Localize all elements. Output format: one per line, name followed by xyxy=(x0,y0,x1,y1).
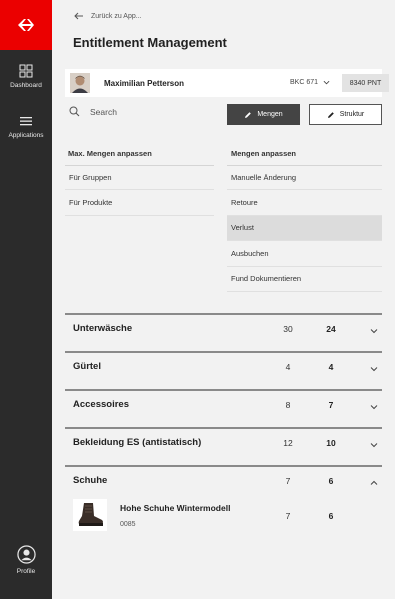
struktur-button-label: Struktur xyxy=(339,111,365,118)
product-max-quantity: 7 xyxy=(285,511,291,521)
hamburger-menu-icon xyxy=(20,117,32,126)
sidebar-item-profile[interactable]: Profile xyxy=(0,545,52,575)
search-input[interactable]: Search xyxy=(69,106,117,117)
category-name: Accessoires xyxy=(73,399,129,410)
menu-item-verlust[interactable]: Verlust xyxy=(227,215,382,242)
category-current-quantity: 10 xyxy=(326,438,336,448)
chevron-up-icon[interactable] xyxy=(370,479,378,487)
arrow-left-icon xyxy=(74,12,83,20)
category-current-quantity: 6 xyxy=(328,476,334,486)
sidebar-item-label: Dashboard xyxy=(10,82,42,89)
category-max-quantity: 7 xyxy=(285,476,291,486)
product-row[interactable]: Hohe Schuhe Wintermodell 0085 7 6 xyxy=(65,493,382,538)
search-placeholder: Search xyxy=(90,106,117,117)
category-name: Bekleidung ES (antistatisch) xyxy=(73,437,202,448)
dashboard-grid-icon xyxy=(19,64,33,78)
main-content: Zurück zu App... Entitlement Management … xyxy=(52,0,395,599)
back-label: Zurück zu App... xyxy=(91,12,142,20)
category-current-quantity: 24 xyxy=(326,324,336,334)
search-icon xyxy=(69,106,80,117)
pencil-icon xyxy=(245,111,252,118)
sidebar-item-applications[interactable]: Applications xyxy=(0,114,52,139)
category-row-guertel[interactable]: Gürtel 4 4 xyxy=(65,351,382,389)
mengen-anpassen-heading: Mengen anpassen xyxy=(231,149,297,158)
user-card: Maximilian Petterson BKC 671 8340 PNT xyxy=(65,69,389,97)
max-mengen-heading: Max. Mengen anpassen xyxy=(68,149,152,158)
category-row-accessoires[interactable]: Accessoires 8 7 xyxy=(65,389,382,427)
menu-item-manuelle-aenderung[interactable]: Manuelle Änderung xyxy=(227,165,382,191)
category-name: Gürtel xyxy=(73,361,101,372)
pencil-icon xyxy=(327,111,334,118)
category-row-bekleidung-es[interactable]: Bekleidung ES (antistatisch) 12 10 xyxy=(65,427,382,465)
product-image xyxy=(73,499,107,531)
category-max-quantity: 30 xyxy=(283,324,293,334)
menu-item-fund-dokumentieren[interactable]: Fund Dokumentieren xyxy=(227,267,382,292)
product-name: Hohe Schuhe Wintermodell xyxy=(120,503,231,513)
mengen-button[interactable]: Mengen xyxy=(227,104,300,125)
avatar xyxy=(70,73,90,93)
sidebar-item-label: Applications xyxy=(8,132,44,139)
user-circle-icon xyxy=(16,545,36,564)
user-name: Maximilian Petterson xyxy=(104,78,185,88)
menu-item-fuer-gruppen[interactable]: Für Gruppen xyxy=(65,165,214,191)
menu-item-retoure[interactable]: Retoure xyxy=(227,190,382,216)
sbb-logo-icon[interactable] xyxy=(0,0,52,50)
product-current-quantity: 6 xyxy=(328,511,334,521)
max-mengen-menu: Für Gruppen Für Produkte xyxy=(65,165,214,216)
category-name: Schuhe xyxy=(73,475,108,486)
category-max-quantity: 12 xyxy=(283,438,293,448)
menu-item-fuer-produkte[interactable]: Für Produkte xyxy=(65,190,214,216)
category-row-unterwaesche[interactable]: Unterwäsche 30 24 xyxy=(65,313,382,351)
menu-item-ausbuchen[interactable]: Ausbuchen xyxy=(227,241,382,267)
category-current-quantity: 7 xyxy=(328,400,334,410)
chevron-down-icon[interactable] xyxy=(323,79,330,86)
product-code: 0085 xyxy=(120,521,136,528)
category-current-quantity: 4 xyxy=(328,362,334,372)
page-title: Entitlement Management xyxy=(73,35,227,50)
category-max-quantity: 8 xyxy=(285,400,291,410)
chevron-down-icon[interactable] xyxy=(370,441,378,449)
sidebar-item-label: Profile xyxy=(16,568,36,575)
back-link[interactable]: Zurück zu App... xyxy=(74,12,142,20)
struktur-button[interactable]: Struktur xyxy=(309,104,382,125)
mengen-button-label: Mengen xyxy=(257,111,283,118)
category-max-quantity: 4 xyxy=(285,362,291,372)
category-name: Unterwäsche xyxy=(73,323,133,334)
sidebar-item-dashboard[interactable]: Dashboard xyxy=(0,64,52,89)
mengen-anpassen-menu: Manuelle Änderung Retoure Verlust Ausbuc… xyxy=(227,165,382,292)
chevron-down-icon[interactable] xyxy=(370,403,378,411)
chevron-down-icon[interactable] xyxy=(370,327,378,335)
chevron-down-icon[interactable] xyxy=(370,365,378,373)
sidebar: Dashboard Applications Profile xyxy=(0,0,52,599)
account-selector[interactable]: BKC 671 xyxy=(290,79,318,86)
points-badge: 8340 PNT xyxy=(342,74,389,92)
